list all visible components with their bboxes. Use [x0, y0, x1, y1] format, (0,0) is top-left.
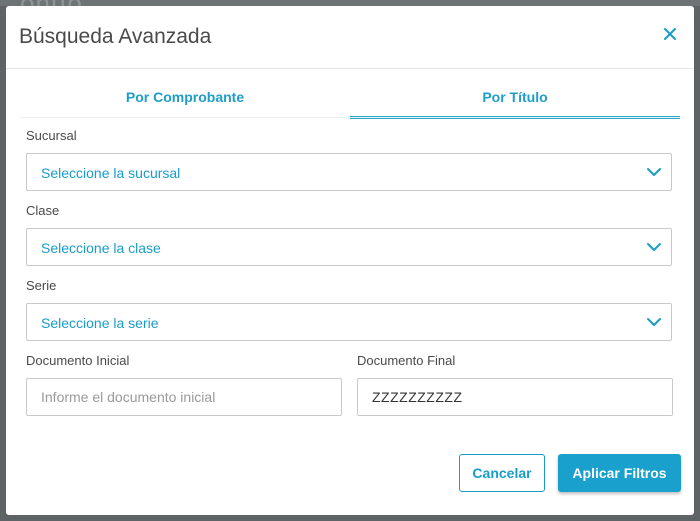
- cancel-button[interactable]: Cancelar: [459, 454, 545, 492]
- documento-final-label: Documento Final: [357, 353, 456, 368]
- chevron-down-icon: [647, 243, 661, 251]
- advanced-search-modal: Búsqueda Avanzada Por Comprobante Por Tí…: [6, 6, 694, 515]
- serie-select[interactable]: Seleccione la serie: [26, 303, 672, 341]
- tab-bar: Por Comprobante Por Título: [20, 86, 681, 119]
- sucursal-label: Sucursal: [26, 128, 77, 143]
- clase-label: Clase: [26, 203, 60, 218]
- clase-select[interactable]: Seleccione la clase: [26, 228, 672, 266]
- clase-select-value: Seleccione la clase: [41, 240, 161, 256]
- sucursal-select-value: Seleccione la sucursal: [41, 165, 181, 181]
- tab-por-titulo[interactable]: Por Título: [350, 86, 680, 119]
- modal-title: Búsqueda Avanzada: [19, 25, 212, 48]
- modal-header: Búsqueda Avanzada: [6, 6, 694, 69]
- documento-inicial-input[interactable]: [26, 378, 342, 416]
- documento-inicial-label: Documento Inicial: [26, 353, 130, 368]
- tab-por-comprobante[interactable]: Por Comprobante: [20, 86, 350, 116]
- serie-select-value: Seleccione la serie: [41, 315, 159, 331]
- tab-divider: [20, 117, 681, 118]
- apply-filters-button[interactable]: Aplicar Filtros: [558, 454, 681, 492]
- close-icon[interactable]: [662, 26, 678, 42]
- sucursal-select[interactable]: Seleccione la sucursal: [26, 153, 672, 191]
- serie-label: Serie: [26, 278, 57, 293]
- chevron-down-icon: [647, 168, 661, 176]
- chevron-down-icon: [647, 318, 661, 326]
- documento-final-input[interactable]: [357, 378, 673, 416]
